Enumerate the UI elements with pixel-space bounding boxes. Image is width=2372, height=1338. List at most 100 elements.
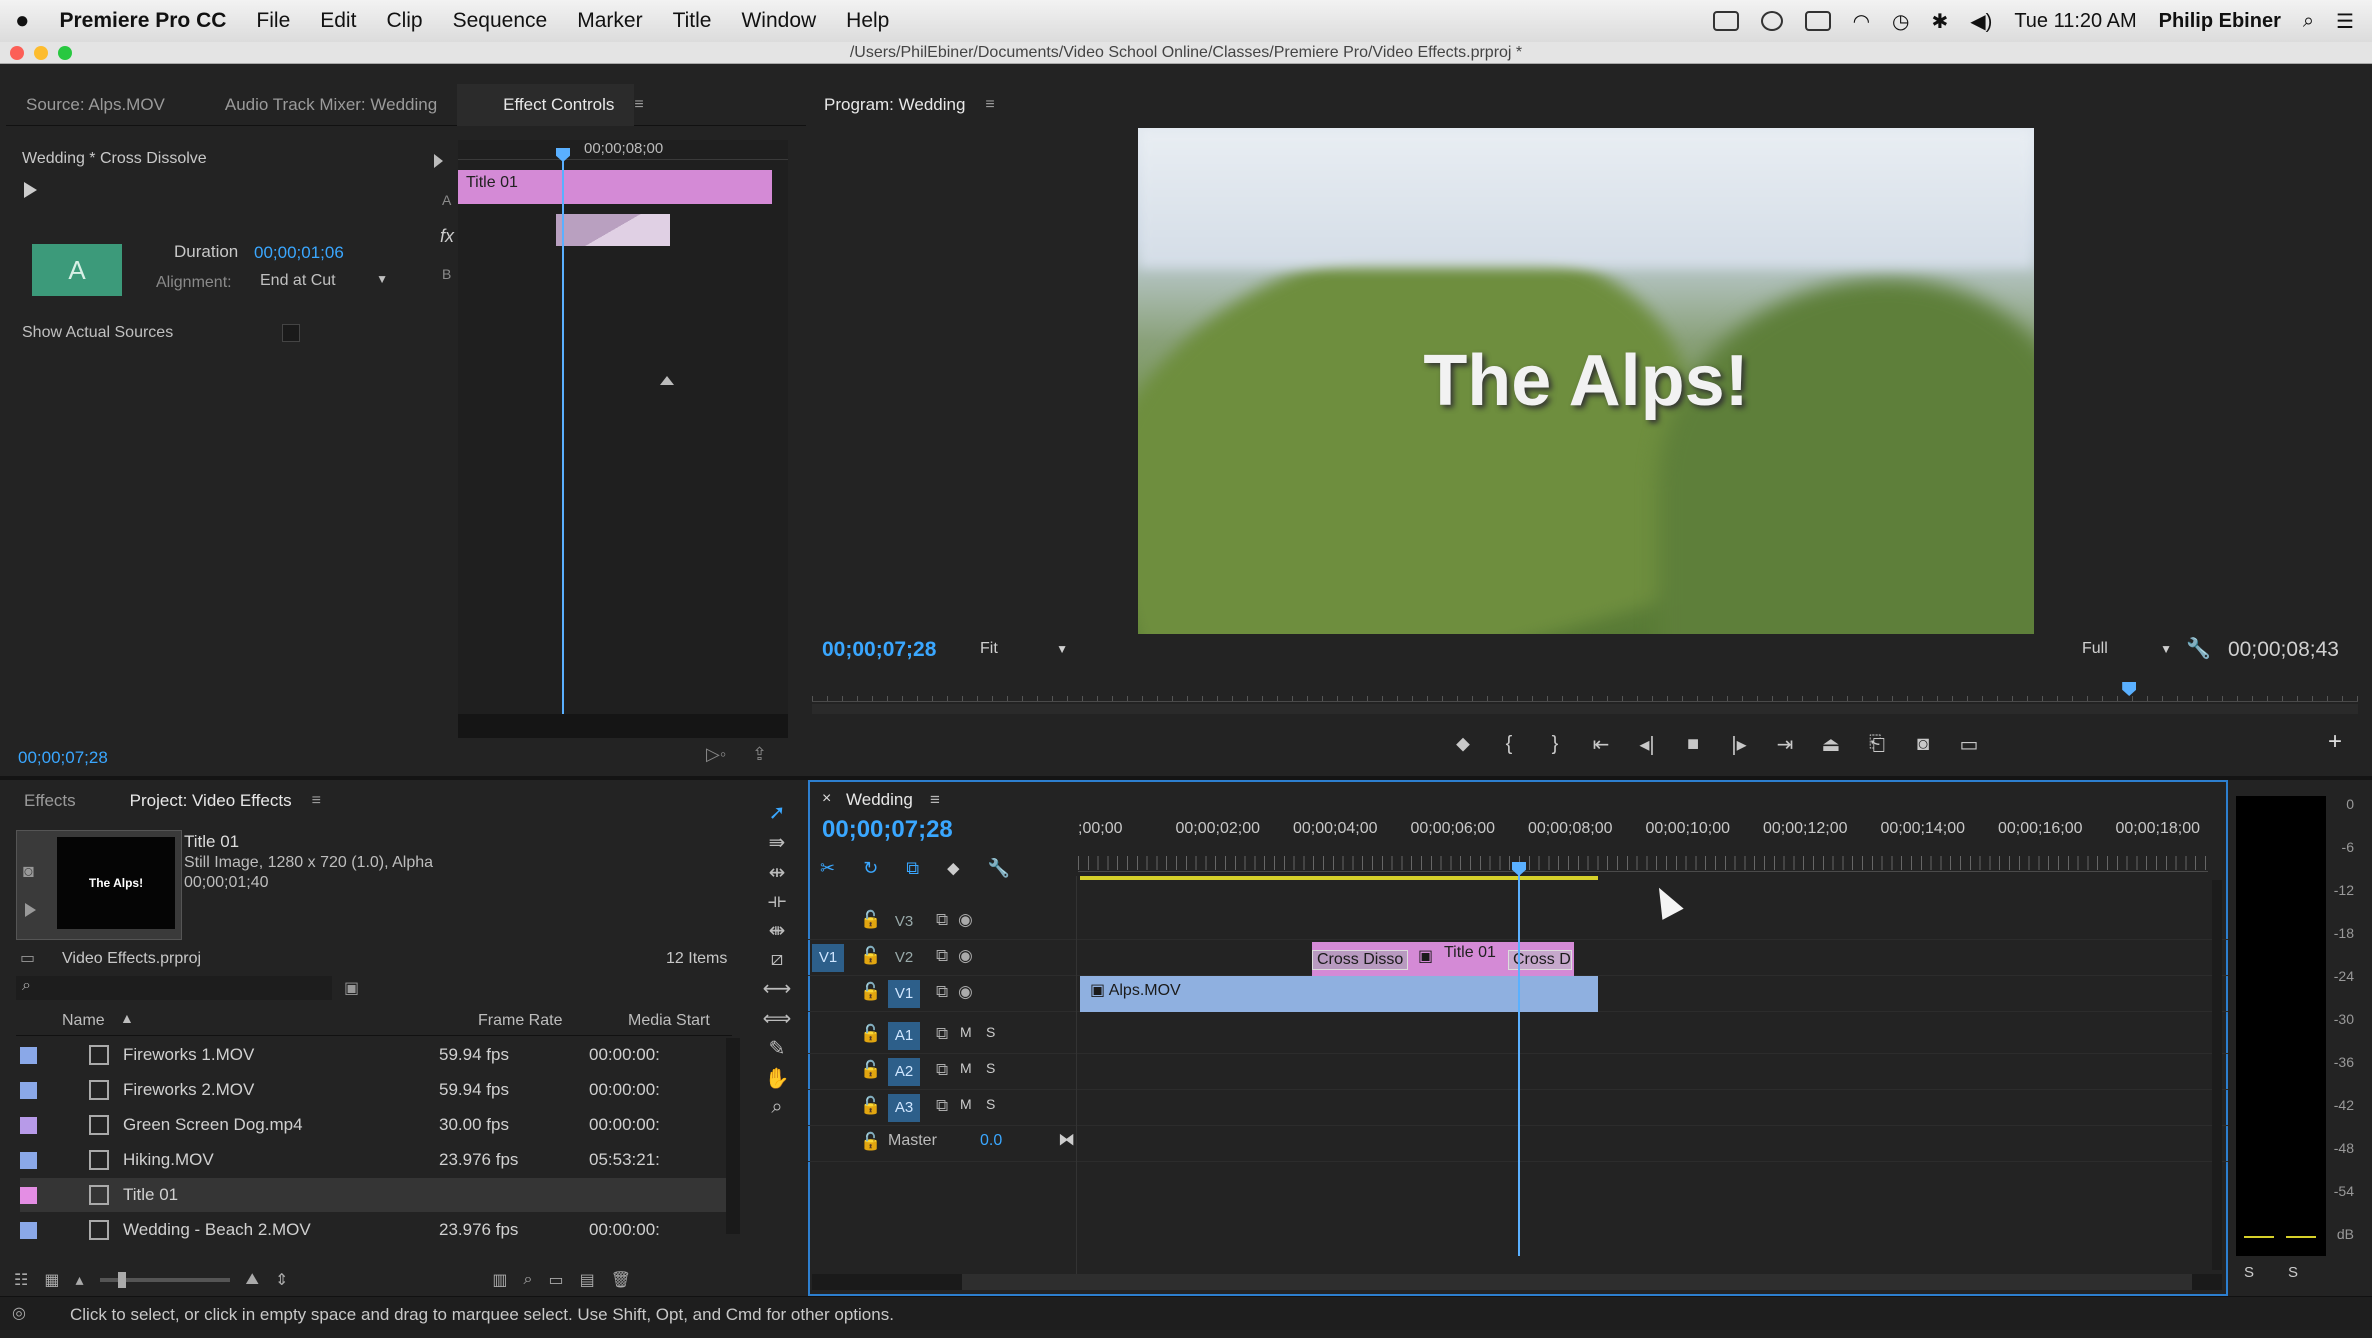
- zoom-slider-handle[interactable]: [117, 1272, 126, 1288]
- lock-icon[interactable]: 🔓: [860, 1096, 881, 1116]
- meter-solo-left[interactable]: S: [2244, 1264, 2254, 1281]
- label-color-swatch[interactable]: [20, 1151, 37, 1169]
- item-name[interactable]: Green Screen Dog.mp4: [123, 1115, 439, 1135]
- alignment-dropdown[interactable]: End at Cut ▼: [260, 272, 388, 290]
- export-frame-icon[interactable]: ◙: [1910, 731, 1936, 757]
- project-search-input[interactable]: ⌕: [16, 976, 332, 1000]
- zoom-window-button[interactable]: [58, 46, 72, 60]
- column-name[interactable]: Name: [62, 1012, 105, 1030]
- solo-button[interactable]: S: [986, 1060, 995, 1076]
- timeline-horizontal-scrollbar[interactable]: [812, 1274, 2222, 1290]
- zoom-in-icon[interactable]: ⛰: [246, 1271, 259, 1289]
- step-forward-icon[interactable]: |▸: [1726, 731, 1752, 757]
- zoom-dropdown[interactable]: Fit ▼: [980, 640, 1068, 658]
- lock-icon[interactable]: 🔓: [860, 1024, 881, 1044]
- notification-icon[interactable]: ☰: [2336, 9, 2354, 34]
- program-video-frame[interactable]: The Alps!: [1138, 128, 2034, 634]
- project-list-row[interactable]: Fireworks 1.MOV 59.94 fps 00:00:00:: [20, 1038, 732, 1072]
- tab-program[interactable]: Program: Wedding: [808, 95, 985, 115]
- solo-button[interactable]: S: [986, 1024, 995, 1040]
- stop-icon[interactable]: ■: [1680, 731, 1706, 757]
- track-a1-label[interactable]: A1: [888, 1022, 920, 1050]
- mute-button[interactable]: M: [960, 1060, 972, 1076]
- nest-icon[interactable]: ✂: [820, 858, 835, 879]
- source-patch-v1[interactable]: V1: [812, 944, 844, 972]
- sync-lock-icon[interactable]: ⧉: [936, 982, 948, 1002]
- tab-effect-controls[interactable]: Effect Controls: [457, 83, 635, 126]
- new-bin-from-search-icon[interactable]: ▣: [344, 978, 359, 998]
- show-actual-sources-checkbox[interactable]: [282, 324, 300, 342]
- wrench-icon[interactable]: 🔧: [2186, 636, 2211, 661]
- panel-menu-icon[interactable]: ≡: [930, 790, 940, 810]
- ec-title-clip[interactable]: Title 01: [458, 170, 772, 204]
- label-color-swatch[interactable]: [20, 1116, 37, 1134]
- clock[interactable]: Tue 11:20 AM: [2014, 10, 2136, 33]
- track-select-tool-icon[interactable]: ⇛: [769, 830, 786, 855]
- play-transition-button[interactable]: [24, 182, 37, 198]
- mute-button[interactable]: M: [960, 1024, 972, 1040]
- new-bin-icon[interactable]: ▭: [548, 1270, 563, 1290]
- effect-controls-timeline[interactable]: 00;00;08;00 Title 01: [458, 140, 788, 738]
- cross-dissolve-transition-a[interactable]: Cross Disso: [1312, 950, 1408, 970]
- lock-icon[interactable]: 🔓: [860, 1060, 881, 1080]
- icon-view-icon[interactable]: ▦: [44, 1270, 59, 1290]
- ec-playhead[interactable]: [562, 154, 564, 738]
- alignment-marker-icon[interactable]: [660, 376, 674, 385]
- track-a2-label[interactable]: A2: [888, 1058, 920, 1086]
- comparison-view-icon[interactable]: ▭: [1956, 731, 1982, 757]
- tab-effects[interactable]: Effects: [6, 791, 96, 811]
- project-list-row[interactable]: Wedding - Beach 2.MOV 23.976 fps 00:00:00:: [20, 1213, 732, 1247]
- linked-selection-icon[interactable]: ⧉: [906, 858, 919, 879]
- solo-button[interactable]: S: [986, 1096, 995, 1112]
- hand-tool-icon[interactable]: ✋: [765, 1066, 790, 1091]
- expand-arrow-icon[interactable]: [434, 154, 443, 168]
- spotlight-icon[interactable]: ⌕: [2303, 10, 2314, 33]
- label-color-swatch[interactable]: [20, 1186, 37, 1204]
- lock-icon[interactable]: 🔓: [860, 1132, 881, 1152]
- work-area-bar[interactable]: [1080, 876, 1598, 880]
- item-name[interactable]: Wedding - Beach 2.MOV: [123, 1220, 439, 1240]
- mark-out-icon[interactable]: }: [1542, 731, 1568, 757]
- new-item-icon[interactable]: ▤: [580, 1270, 595, 1290]
- cloud-icon[interactable]: [1760, 11, 1783, 31]
- tab-sequence[interactable]: Wedding: [846, 790, 913, 810]
- sort-icons-icon[interactable]: ⇕: [275, 1270, 288, 1290]
- menu-file[interactable]: File: [241, 9, 305, 33]
- lock-icon[interactable]: 🔓: [860, 946, 881, 966]
- panel-menu-icon[interactable]: ≡: [985, 96, 994, 114]
- column-frame-rate[interactable]: Frame Rate: [478, 1012, 562, 1030]
- step-back-icon[interactable]: ◂|: [1634, 731, 1660, 757]
- item-name[interactable]: Fireworks 2.MOV: [123, 1080, 439, 1100]
- close-tab-icon[interactable]: ×: [822, 790, 831, 808]
- master-volume[interactable]: 0.0: [980, 1132, 1002, 1150]
- effect-controls-timecode[interactable]: 00;00;07;28: [18, 748, 108, 768]
- rate-stretch-tool-icon[interactable]: ⇼: [769, 918, 786, 943]
- add-marker-icon[interactable]: ⬥: [1450, 731, 1476, 757]
- sync-lock-icon[interactable]: ⧉: [936, 1096, 948, 1116]
- time-machine-icon[interactable]: ◷: [1892, 9, 1909, 34]
- column-media-start[interactable]: Media Start: [628, 1012, 710, 1030]
- resolution-dropdown[interactable]: Full ▼: [2082, 640, 2172, 658]
- sync-lock-icon[interactable]: ⧉: [936, 1060, 948, 1080]
- camera-icon[interactable]: [1712, 11, 1739, 31]
- filter-icon[interactable]: ▷◦: [706, 744, 726, 765]
- preview-thumbnail[interactable]: The Alps!: [57, 837, 175, 929]
- item-name[interactable]: Fireworks 1.MOV: [123, 1045, 439, 1065]
- rolling-edit-tool-icon[interactable]: ⟛: [768, 890, 786, 913]
- tab-project[interactable]: Project: Video Effects: [96, 791, 312, 811]
- sync-lock-icon[interactable]: ⧉: [936, 946, 948, 966]
- program-zoom-bar[interactable]: [812, 704, 2358, 714]
- lock-icon[interactable]: 🔓: [860, 910, 881, 930]
- tab-audio-track-mixer[interactable]: Audio Track Mixer: Wedding: [185, 95, 457, 115]
- snap-icon[interactable]: ↻: [863, 858, 878, 879]
- program-scrubber[interactable]: [812, 680, 2358, 702]
- go-to-in-icon[interactable]: ⇤: [1588, 731, 1614, 757]
- item-name[interactable]: Hiking.MOV: [123, 1150, 439, 1170]
- menu-sequence[interactable]: Sequence: [438, 9, 563, 33]
- duration-value[interactable]: 00;00;01;06: [254, 243, 344, 263]
- timeline-ruler[interactable]: ;00;00 00;00;02;00 00;00;04;00 00;00;06;00 0…: [1078, 816, 2208, 872]
- lock-icon[interactable]: 🔓: [860, 982, 881, 1002]
- sync-lock-icon[interactable]: ⧉: [936, 1024, 948, 1044]
- user-name[interactable]: Philip Ebiner: [2159, 10, 2281, 33]
- slide-tool-icon[interactable]: ⟺: [763, 1006, 792, 1031]
